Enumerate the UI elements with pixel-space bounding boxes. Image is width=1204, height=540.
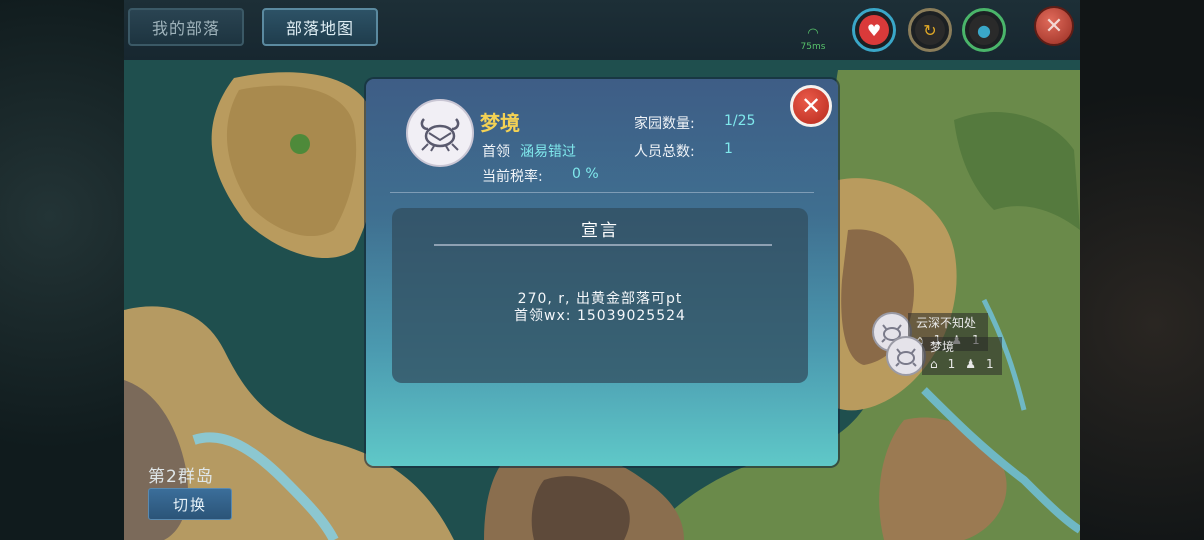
leader-name: 涵易错过	[520, 144, 576, 160]
health-stat: ♥	[852, 8, 896, 52]
switch-island-button[interactable]: 切换	[148, 488, 232, 520]
tribe-name: 梦境	[480, 111, 520, 135]
tribe-emblem-avatar	[406, 99, 474, 167]
divider	[390, 192, 814, 193]
declaration-divider	[434, 244, 772, 246]
left-background	[0, 0, 124, 540]
person-icon: ♟	[965, 357, 977, 371]
home-icon: ⌂	[930, 357, 938, 371]
leader-label: 首领	[482, 144, 510, 160]
dialog-close-button[interactable]: ✕	[790, 85, 832, 127]
tab-my-tribe[interactable]: 我的部落	[128, 8, 245, 46]
declaration-line: 270, r, 出黄金部落可pt	[517, 291, 683, 307]
homes-label: 家园数量:	[634, 116, 695, 132]
tribe-info-dialog: 梦境 首领 涵易错过 当前税率: 0 % 家园数量: 1/25 人员总数: 1 …	[366, 79, 838, 466]
marker-homes: 1	[947, 357, 956, 371]
tax-value: 0 %	[572, 166, 599, 182]
close-button[interactable]: ✕	[1034, 6, 1074, 46]
declaration-line: 首领wx: 15039025524	[514, 308, 686, 324]
tribe-marker[interactable]: 梦境 ⌂ 1 ♟ 1	[886, 336, 1002, 376]
network-ping: ◠ 75ms	[796, 26, 830, 52]
signal-icon: ◠	[807, 26, 819, 41]
island-label: 第2群岛	[148, 467, 214, 487]
tax-label: 当前税率:	[482, 169, 543, 185]
water-stat: ●	[962, 8, 1006, 52]
tab-tribe-map[interactable]: 部落地图	[262, 8, 379, 46]
marker-tribe-name: 云深不知处	[916, 316, 977, 330]
marker-members: 1	[986, 357, 994, 371]
right-background	[1080, 0, 1204, 540]
declaration-text: 270, r, 出黄金部落可pt 首领wx: 15039025524	[392, 291, 808, 325]
declaration-title: 宣言	[581, 221, 619, 241]
heart-icon: ♥	[859, 15, 889, 45]
crab-emblem-icon	[420, 118, 460, 152]
crab-emblem-icon	[886, 336, 926, 376]
hunger-stat: ↻	[908, 8, 952, 52]
food-icon: ↻	[915, 15, 945, 45]
members-value: 1	[724, 141, 733, 157]
members-label: 人员总数:	[634, 144, 695, 160]
water-drop-icon: ●	[969, 15, 999, 45]
ping-value: 75ms	[800, 42, 826, 52]
homes-value: 1/25	[724, 113, 756, 129]
marker-tribe-name: 梦境	[930, 340, 955, 354]
declaration-panel: 宣言 270, r, 出黄金部落可pt 首领wx: 15039025524	[392, 208, 808, 383]
